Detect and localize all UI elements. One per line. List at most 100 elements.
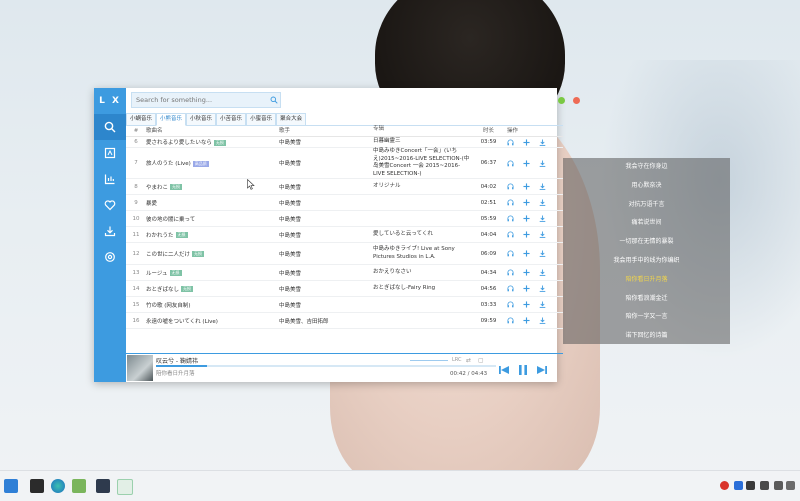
table-row[interactable]: 7 旅人のうた (Live) 高品质 中島美雪 中島みゆきConcert「一会」(いちえ… bbox=[126, 148, 563, 179]
download-icon[interactable] bbox=[539, 250, 546, 257]
tab-source-1[interactable]: 小熊音乐 bbox=[156, 113, 187, 126]
add-icon[interactable] bbox=[523, 269, 530, 276]
download-icon[interactable] bbox=[539, 138, 546, 146]
row-num: 7 bbox=[134, 160, 138, 166]
next-button[interactable] bbox=[536, 361, 548, 380]
row-song-name: 旅人のうた (Live) 高品质 bbox=[146, 159, 279, 167]
row-album: おとぎばなし-Fairy Ring bbox=[373, 284, 436, 291]
song-list[interactable]: 6 愛されるより愛したいなら 无损 中島美雪 日暮幽霊三 03:59 7 旅人のうた (Liv… bbox=[126, 137, 563, 353]
nav-downloads[interactable] bbox=[94, 218, 126, 244]
nav-leaderboard[interactable] bbox=[94, 166, 126, 192]
add-icon[interactable] bbox=[523, 231, 530, 238]
download-icon[interactable] bbox=[539, 215, 546, 222]
download-icon[interactable] bbox=[539, 269, 546, 276]
song-name-text: 彼の地の闇に乗って bbox=[146, 216, 196, 223]
row-duration: 06:37 bbox=[480, 160, 497, 166]
bluetooth-tray-icon[interactable] bbox=[734, 481, 743, 490]
lyric-line: 一切那在无情的暴裂 bbox=[619, 238, 674, 246]
add-icon[interactable] bbox=[523, 301, 530, 308]
headphones-icon[interactable] bbox=[507, 183, 514, 190]
lyric-line: 陪你看日升月落 bbox=[625, 275, 668, 283]
pause-button[interactable] bbox=[517, 361, 529, 380]
table-row[interactable]: 13 ルージュ 无损 中島美雪 おかえりなさい 04:34 bbox=[126, 265, 563, 281]
download-icon[interactable] bbox=[539, 199, 546, 206]
tab-source-4[interactable]: 小蜜音乐 bbox=[246, 113, 277, 125]
current-time: 00:42 bbox=[450, 371, 466, 377]
table-row[interactable]: 14 おとぎばなし 无损 中島美雪 おとぎばなし-Fairy Ring 04:56 bbox=[126, 281, 563, 297]
table-row[interactable]: 8 やまわこ 无损 中島美雪 オリジナル 04:02 bbox=[126, 179, 563, 195]
headphones-icon[interactable] bbox=[507, 215, 514, 222]
album-cover[interactable] bbox=[127, 355, 153, 381]
headphones-icon[interactable] bbox=[507, 250, 514, 257]
headphones-icon[interactable] bbox=[507, 285, 514, 292]
table-row[interactable]: 11 わかれうた 无损 中島美雪 愛していると云ってくれ 04:04 bbox=[126, 227, 563, 243]
headphones-icon[interactable] bbox=[507, 317, 514, 324]
close-button[interactable] bbox=[573, 97, 580, 104]
table-row[interactable]: 16 永遠の嘘をついてくれ (Live) 中島美雪、吉田拓郎 09:59 bbox=[126, 313, 563, 329]
add-icon[interactable] bbox=[523, 215, 530, 222]
row-num: 9 bbox=[134, 199, 138, 206]
nav-songlist[interactable] bbox=[94, 140, 126, 166]
nav-favorites[interactable] bbox=[94, 192, 126, 218]
add-icon[interactable] bbox=[523, 159, 530, 167]
comment-icon[interactable]: ▢ bbox=[478, 357, 484, 364]
row-num: 14 bbox=[132, 285, 140, 292]
headphones-icon[interactable] bbox=[507, 160, 514, 167]
edge-icon[interactable] bbox=[51, 479, 65, 493]
headphones-icon[interactable] bbox=[507, 301, 514, 308]
progress-bar[interactable] bbox=[156, 365, 496, 367]
download-icon[interactable] bbox=[539, 183, 546, 190]
minimize-button[interactable] bbox=[558, 97, 565, 104]
download-icon[interactable] bbox=[539, 301, 546, 308]
search-input[interactable] bbox=[132, 96, 270, 104]
terminal-icon[interactable] bbox=[30, 479, 44, 493]
search-box[interactable] bbox=[131, 92, 281, 108]
download-icon[interactable] bbox=[539, 231, 546, 238]
taskbar bbox=[0, 470, 800, 501]
nav-search[interactable] bbox=[94, 114, 126, 140]
prev-button[interactable] bbox=[498, 361, 510, 380]
download-icon[interactable] bbox=[539, 317, 546, 324]
dev-app-icon[interactable] bbox=[96, 479, 110, 493]
network-tray-icon[interactable] bbox=[760, 481, 769, 490]
vscode-icon[interactable] bbox=[4, 479, 18, 493]
loop-mode-icon[interactable]: ⇄ bbox=[466, 357, 471, 364]
nav-settings[interactable] bbox=[94, 244, 126, 270]
tab-source-2[interactable]: 小秋音乐 bbox=[186, 113, 217, 125]
download-icon[interactable] bbox=[539, 285, 546, 292]
record-tray-icon[interactable] bbox=[720, 481, 729, 490]
table-row[interactable]: 15 竹の歌 (网友自制) 中島美雪 03:33 bbox=[126, 297, 563, 313]
headphones-icon[interactable] bbox=[507, 269, 514, 276]
table-row[interactable]: 12 この世に二人だけ 无损 中島美雪 中島みゆきライブ! Live at Sony P… bbox=[126, 243, 563, 265]
row-duration: 09:59 bbox=[480, 317, 497, 324]
table-row[interactable]: 10 彼の地の闇に乗って 中島美雪 05:59 bbox=[126, 211, 563, 227]
download-icon[interactable] bbox=[539, 159, 546, 167]
tab-source-3[interactable]: 小苦音乐 bbox=[216, 113, 247, 125]
headphones-icon[interactable] bbox=[507, 139, 514, 146]
tab-source-0[interactable]: 小蜗音乐 bbox=[126, 113, 157, 125]
lrc-toggle[interactable]: LRC bbox=[452, 357, 462, 363]
add-icon[interactable] bbox=[523, 250, 530, 257]
lx-music-taskbar-icon[interactable] bbox=[117, 479, 133, 495]
vue-devtools-icon[interactable] bbox=[72, 479, 86, 493]
headphones-icon[interactable] bbox=[507, 199, 514, 206]
volume-slider[interactable] bbox=[410, 360, 448, 361]
shield-tray-icon[interactable] bbox=[774, 481, 783, 490]
row-artist: 中島美雪 bbox=[279, 286, 302, 293]
lyric-line: 陪你看浪潮金迁 bbox=[625, 294, 668, 302]
headphones-icon[interactable] bbox=[507, 231, 514, 238]
search-icon[interactable] bbox=[270, 96, 278, 104]
add-icon[interactable] bbox=[523, 199, 530, 206]
add-icon[interactable] bbox=[523, 183, 530, 190]
add-icon[interactable] bbox=[523, 138, 530, 146]
volume-tray-icon[interactable] bbox=[786, 481, 795, 490]
desktop-lyrics-panel[interactable]: 我会守在你身边 用心默奈决 对抗万语千言 痛若说世间 一切那在无情的暴裂 我会用手中的线为… bbox=[563, 158, 730, 344]
now-playing-title[interactable]: 叹云兮 - 鞠婧祎 bbox=[156, 356, 198, 365]
row-ops bbox=[504, 231, 563, 238]
tab-source-5[interactable]: 聚合大会 bbox=[276, 113, 307, 125]
add-icon[interactable] bbox=[523, 317, 530, 324]
table-row[interactable]: 9 暴愛 中島美雪 02:51 bbox=[126, 195, 563, 211]
add-icon[interactable] bbox=[523, 285, 530, 292]
table-row[interactable]: 6 愛されるより愛したいなら 无损 中島美雪 日暮幽霊三 03:59 bbox=[126, 137, 563, 148]
app-tray-icon[interactable] bbox=[746, 481, 755, 490]
